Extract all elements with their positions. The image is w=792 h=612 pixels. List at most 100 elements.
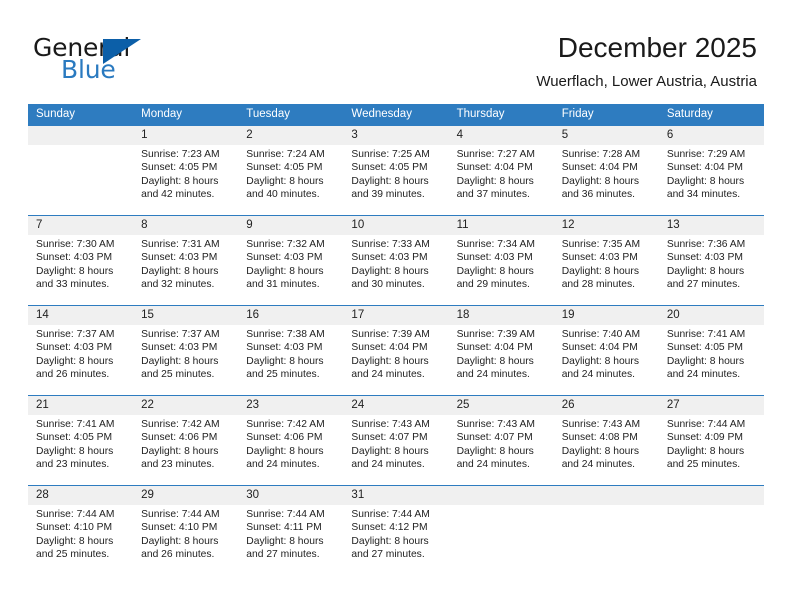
daylight-text-line1: Daylight: 8 hours [666, 265, 745, 277]
sunset-text: Sunset: 4:04 PM [666, 162, 743, 174]
day-cell[interactable] [449, 486, 554, 575]
day-cell[interactable]: 2 Sunrise: 7:24 AM Sunset: 4:05 PM Dayli… [238, 126, 343, 215]
daylight-text-line2: and 26 minutes. [141, 549, 215, 561]
sunrise-text: Sunrise: 7:44 AM [141, 509, 220, 520]
brand-logo[interactable]: General Blue [33, 34, 253, 90]
day-cell[interactable]: 23 Sunrise: 7:42 AM Sunset: 4:06 PM Dayl… [238, 396, 343, 485]
day-number: 3 [351, 129, 358, 141]
sunrise-text: Sunrise: 7:44 AM [351, 509, 430, 520]
day-number: 18 [456, 309, 470, 321]
calendar-page: General Blue December 2025 Wuerflach, Lo… [0, 0, 792, 612]
daylight-text-line2: and 24 minutes. [456, 369, 530, 381]
day-cell[interactable]: 14 Sunrise: 7:37 AM Sunset: 4:03 PM Dayl… [28, 306, 133, 395]
day-number: 1 [141, 129, 148, 141]
sunrise-text: Sunrise: 7:38 AM [246, 329, 325, 340]
day-details: Sunrise: 7:39 AM Sunset: 4:04 PM Dayligh… [351, 328, 442, 382]
sunset-text: Sunset: 4:05 PM [36, 432, 113, 444]
day-cell[interactable]: 29 Sunrise: 7:44 AM Sunset: 4:10 PM Dayl… [133, 486, 238, 575]
daylight-text-line1: Daylight: 8 hours [141, 445, 219, 457]
calendar-week-row: 14 Sunrise: 7:37 AM Sunset: 4:03 PM Dayl… [28, 305, 764, 395]
sunset-text: Sunset: 4:04 PM [456, 342, 533, 354]
day-cell[interactable]: 5 Sunrise: 7:28 AM Sunset: 4:04 PM Dayli… [554, 126, 659, 215]
sunrise-text: Sunrise: 7:32 AM [246, 239, 325, 250]
daylight-text-line2: and 24 minutes. [561, 369, 635, 381]
daylight-text-line1: Daylight: 8 hours [351, 355, 429, 367]
daylight-text-line2: and 29 minutes. [456, 279, 530, 291]
day-cell[interactable]: 26 Sunrise: 7:43 AM Sunset: 4:08 PM Dayl… [554, 396, 659, 485]
day-cell[interactable]: 18 Sunrise: 7:39 AM Sunset: 4:04 PM Dayl… [449, 306, 554, 395]
day-cell[interactable]: 8 Sunrise: 7:31 AM Sunset: 4:03 PM Dayli… [133, 216, 238, 305]
day-cell[interactable]: 31 Sunrise: 7:44 AM Sunset: 4:12 PM Dayl… [343, 486, 448, 575]
day-cell[interactable]: 30 Sunrise: 7:44 AM Sunset: 4:11 PM Dayl… [238, 486, 343, 575]
daylight-text-line2: and 25 minutes. [141, 369, 215, 381]
sunrise-text: Sunrise: 7:24 AM [246, 149, 325, 160]
daylight-text-line2: and 27 minutes. [351, 549, 425, 561]
weekday-header-row: Sunday Monday Tuesday Wednesday Thursday… [28, 104, 764, 125]
day-cell[interactable]: 21 Sunrise: 7:41 AM Sunset: 4:05 PM Dayl… [28, 396, 133, 485]
sunrise-text: Sunrise: 7:37 AM [36, 329, 115, 340]
day-cell[interactable]: 11 Sunrise: 7:34 AM Sunset: 4:03 PM Dayl… [449, 216, 554, 305]
day-cell[interactable]: 28 Sunrise: 7:44 AM Sunset: 4:10 PM Dayl… [28, 486, 133, 575]
sunrise-text: Sunrise: 7:42 AM [141, 419, 220, 430]
day-cell[interactable]: 17 Sunrise: 7:39 AM Sunset: 4:04 PM Dayl… [343, 306, 448, 395]
sunrise-text: Sunrise: 7:29 AM [666, 149, 746, 160]
daylight-text-line1: Daylight: 8 hours [246, 445, 324, 457]
sunset-text: Sunset: 4:03 PM [666, 252, 743, 264]
daylight-text-line1: Daylight: 8 hours [141, 175, 219, 187]
day-cell[interactable]: 19 Sunrise: 7:40 AM Sunset: 4:04 PM Dayl… [554, 306, 659, 395]
daylight-text-line1: Daylight: 8 hours [666, 175, 745, 187]
day-details: Sunrise: 7:44 AM Sunset: 4:12 PM Dayligh… [351, 508, 442, 562]
day-cell[interactable]: 9 Sunrise: 7:32 AM Sunset: 4:03 PM Dayli… [238, 216, 343, 305]
day-number: 26 [561, 399, 575, 411]
day-cell[interactable]: 20 Sunrise: 7:41 AM Sunset: 4:05 PM Dayl… [659, 306, 764, 395]
day-details: Sunrise: 7:41 AM Sunset: 4:05 PM Dayligh… [667, 328, 758, 382]
sunset-text: Sunset: 4:04 PM [561, 162, 638, 174]
day-cell[interactable] [28, 126, 133, 215]
daylight-text-line1: Daylight: 8 hours [456, 355, 534, 367]
day-number: 19 [561, 309, 575, 321]
day-number: 15 [141, 309, 154, 321]
day-cell[interactable]: 4 Sunrise: 7:27 AM Sunset: 4:04 PM Dayli… [449, 126, 554, 215]
day-number: 12 [561, 219, 575, 231]
day-cell[interactable]: 7 Sunrise: 7:30 AM Sunset: 4:03 PM Dayli… [28, 216, 133, 305]
daylight-text-line2: and 27 minutes. [246, 549, 320, 561]
day-cell[interactable] [659, 486, 764, 575]
weekday-header-monday: Monday [141, 108, 183, 120]
day-number: 4 [456, 129, 463, 141]
day-cell[interactable]: 15 Sunrise: 7:37 AM Sunset: 4:03 PM Dayl… [133, 306, 238, 395]
day-cell[interactable]: 25 Sunrise: 7:43 AM Sunset: 4:07 PM Dayl… [449, 396, 554, 485]
day-cell[interactable]: 1 Sunrise: 7:23 AM Sunset: 4:05 PM Dayli… [133, 126, 238, 215]
weekday-header-sunday: Sunday [36, 108, 76, 120]
day-cell[interactable]: 24 Sunrise: 7:43 AM Sunset: 4:07 PM Dayl… [343, 396, 448, 485]
daylight-text-line2: and 23 minutes. [36, 459, 110, 471]
day-details: Sunrise: 7:40 AM Sunset: 4:04 PM Dayligh… [562, 328, 653, 382]
day-cell[interactable]: 6 Sunrise: 7:29 AM Sunset: 4:04 PM Dayli… [659, 126, 764, 215]
calendar-week-row: 21 Sunrise: 7:41 AM Sunset: 4:05 PM Dayl… [28, 395, 764, 485]
daylight-text-line2: and 24 minutes. [666, 369, 741, 381]
day-details: Sunrise: 7:42 AM Sunset: 4:06 PM Dayligh… [246, 418, 337, 472]
day-details: Sunrise: 7:43 AM Sunset: 4:07 PM Dayligh… [457, 418, 548, 472]
daylight-text-line1: Daylight: 8 hours [36, 535, 114, 547]
weekday-header-saturday: Saturday [666, 108, 713, 120]
day-cell[interactable]: 16 Sunrise: 7:38 AM Sunset: 4:03 PM Dayl… [238, 306, 343, 395]
day-cell[interactable]: 22 Sunrise: 7:42 AM Sunset: 4:06 PM Dayl… [133, 396, 238, 485]
day-details: Sunrise: 7:35 AM Sunset: 4:03 PM Dayligh… [562, 238, 653, 292]
day-cell[interactable]: 3 Sunrise: 7:25 AM Sunset: 4:05 PM Dayli… [343, 126, 448, 215]
sunrise-text: Sunrise: 7:39 AM [351, 329, 430, 340]
day-number: 21 [36, 399, 49, 411]
daylight-text-line1: Daylight: 8 hours [141, 265, 219, 277]
day-cell[interactable] [554, 486, 659, 575]
daylight-text-line1: Daylight: 8 hours [246, 535, 324, 547]
day-cell[interactable]: 27 Sunrise: 7:44 AM Sunset: 4:09 PM Dayl… [659, 396, 764, 485]
sunrise-text: Sunrise: 7:37 AM [141, 329, 220, 340]
weekday-header-wednesday: Wednesday [351, 108, 412, 120]
sunrise-text: Sunrise: 7:43 AM [561, 419, 641, 430]
day-cell[interactable]: 13 Sunrise: 7:36 AM Sunset: 4:03 PM Dayl… [659, 216, 764, 305]
day-number: 6 [666, 129, 674, 141]
day-number: 28 [36, 489, 49, 501]
day-cell[interactable]: 12 Sunrise: 7:35 AM Sunset: 4:03 PM Dayl… [554, 216, 659, 305]
day-cell[interactable]: 10 Sunrise: 7:33 AM Sunset: 4:03 PM Dayl… [343, 216, 448, 305]
day-details: Sunrise: 7:29 AM Sunset: 4:04 PM Dayligh… [667, 148, 758, 202]
day-details: Sunrise: 7:38 AM Sunset: 4:03 PM Dayligh… [246, 328, 337, 382]
day-details: Sunrise: 7:44 AM Sunset: 4:11 PM Dayligh… [246, 508, 337, 562]
